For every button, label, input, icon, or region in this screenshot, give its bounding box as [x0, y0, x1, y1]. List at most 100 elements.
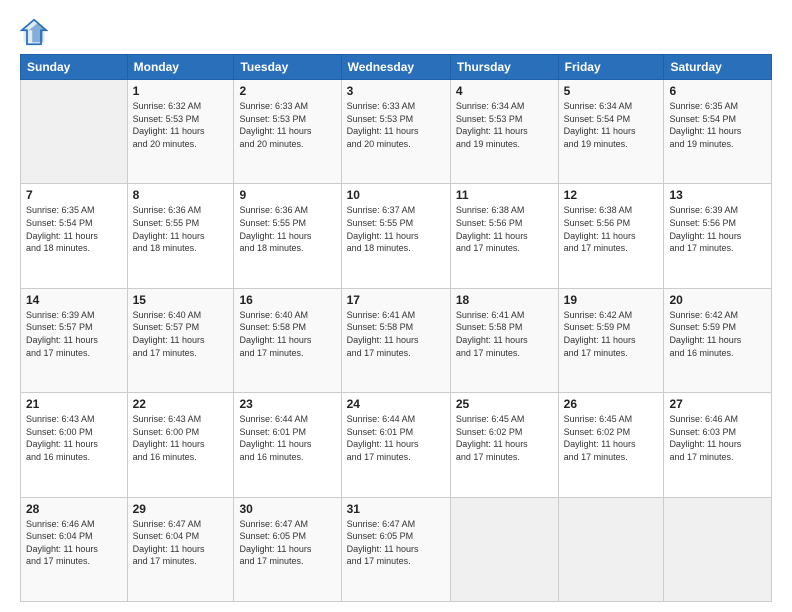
- day-info: Sunrise: 6:42 AM Sunset: 5:59 PM Dayligh…: [564, 309, 659, 359]
- day-number: 12: [564, 188, 659, 202]
- day-info: Sunrise: 6:34 AM Sunset: 5:53 PM Dayligh…: [456, 100, 553, 150]
- day-number: 15: [133, 293, 229, 307]
- day-number: 3: [347, 84, 445, 98]
- day-header-wednesday: Wednesday: [341, 55, 450, 80]
- calendar-cell: [558, 497, 664, 601]
- day-info: Sunrise: 6:44 AM Sunset: 6:01 PM Dayligh…: [239, 413, 335, 463]
- day-number: 16: [239, 293, 335, 307]
- day-number: 27: [669, 397, 766, 411]
- day-number: 1: [133, 84, 229, 98]
- day-number: 23: [239, 397, 335, 411]
- day-info: Sunrise: 6:36 AM Sunset: 5:55 PM Dayligh…: [239, 204, 335, 254]
- day-info: Sunrise: 6:47 AM Sunset: 6:05 PM Dayligh…: [239, 518, 335, 568]
- day-info: Sunrise: 6:42 AM Sunset: 5:59 PM Dayligh…: [669, 309, 766, 359]
- calendar-cell: 14 Sunrise: 6:39 AM Sunset: 5:57 PM Dayli…: [21, 288, 128, 392]
- calendar-cell: 30 Sunrise: 6:47 AM Sunset: 6:05 PM Dayli…: [234, 497, 341, 601]
- calendar-cell: 18 Sunrise: 6:41 AM Sunset: 5:58 PM Dayli…: [450, 288, 558, 392]
- day-number: 5: [564, 84, 659, 98]
- day-info: Sunrise: 6:39 AM Sunset: 5:57 PM Dayligh…: [26, 309, 122, 359]
- day-info: Sunrise: 6:45 AM Sunset: 6:02 PM Dayligh…: [564, 413, 659, 463]
- header-row: SundayMondayTuesdayWednesdayThursdayFrid…: [21, 55, 772, 80]
- day-number: 11: [456, 188, 553, 202]
- calendar-cell: 24Sunrise: 6:44 AM Sunset: 6:01 PM Dayli…: [341, 393, 450, 497]
- calendar-cell: 8 Sunrise: 6:36 AM Sunset: 5:55 PM Daylig…: [127, 184, 234, 288]
- day-number: 9: [239, 188, 335, 202]
- calendar-body: 1 Sunrise: 6:32 AM Sunset: 5:53 PM Daylig…: [21, 80, 772, 602]
- calendar-cell: 21 Sunrise: 6:43 AM Sunset: 6:00 PM Dayli…: [21, 393, 128, 497]
- day-info: Sunrise: 6:33 AM Sunset: 5:53 PM Dayligh…: [347, 100, 445, 150]
- calendar-cell: 10 Sunrise: 6:37 AM Sunset: 5:55 PM Dayli…: [341, 184, 450, 288]
- day-info: Sunrise: 6:34 AM Sunset: 5:54 PM Dayligh…: [564, 100, 659, 150]
- day-number: 2: [239, 84, 335, 98]
- calendar-cell: [21, 80, 128, 184]
- day-number: 6: [669, 84, 766, 98]
- day-header-monday: Monday: [127, 55, 234, 80]
- day-info: Sunrise: 6:47 AM Sunset: 6:05 PM Dayligh…: [347, 518, 445, 568]
- calendar-table: SundayMondayTuesdayWednesdayThursdayFrid…: [20, 54, 772, 602]
- day-number: 18: [456, 293, 553, 307]
- day-number: 19: [564, 293, 659, 307]
- day-number: 17: [347, 293, 445, 307]
- day-header-saturday: Saturday: [664, 55, 772, 80]
- day-number: 28: [26, 502, 122, 516]
- calendar-cell: 12Sunrise: 6:38 AM Sunset: 5:56 PM Dayli…: [558, 184, 664, 288]
- calendar-cell: 9 Sunrise: 6:36 AM Sunset: 5:55 PM Daylig…: [234, 184, 341, 288]
- day-header-tuesday: Tuesday: [234, 55, 341, 80]
- calendar-cell: 7Sunrise: 6:35 AM Sunset: 5:54 PM Daylig…: [21, 184, 128, 288]
- calendar-cell: 20 Sunrise: 6:42 AM Sunset: 5:59 PM Dayli…: [664, 288, 772, 392]
- day-number: 13: [669, 188, 766, 202]
- day-number: 10: [347, 188, 445, 202]
- calendar-cell: 1 Sunrise: 6:32 AM Sunset: 5:53 PM Daylig…: [127, 80, 234, 184]
- calendar-cell: 23 Sunrise: 6:44 AM Sunset: 6:01 PM Dayli…: [234, 393, 341, 497]
- day-info: Sunrise: 6:41 AM Sunset: 5:58 PM Dayligh…: [347, 309, 445, 359]
- day-info: Sunrise: 6:32 AM Sunset: 5:53 PM Dayligh…: [133, 100, 229, 150]
- day-info: Sunrise: 6:47 AM Sunset: 6:04 PM Dayligh…: [133, 518, 229, 568]
- calendar-cell: 16 Sunrise: 6:40 AM Sunset: 5:58 PM Dayli…: [234, 288, 341, 392]
- day-number: 26: [564, 397, 659, 411]
- calendar-cell: 2 Sunrise: 6:33 AM Sunset: 5:53 PM Daylig…: [234, 80, 341, 184]
- calendar-cell: [450, 497, 558, 601]
- calendar-cell: 5 Sunrise: 6:34 AM Sunset: 5:54 PM Daylig…: [558, 80, 664, 184]
- calendar-cell: 31 Sunrise: 6:47 AM Sunset: 6:05 PM Dayli…: [341, 497, 450, 601]
- week-row-4: 21 Sunrise: 6:43 AM Sunset: 6:00 PM Dayli…: [21, 393, 772, 497]
- day-info: Sunrise: 6:33 AM Sunset: 5:53 PM Dayligh…: [239, 100, 335, 150]
- day-number: 7: [26, 188, 122, 202]
- day-info: Sunrise: 6:37 AM Sunset: 5:55 PM Dayligh…: [347, 204, 445, 254]
- logo-icon: [20, 18, 48, 46]
- week-row-5: 28 Sunrise: 6:46 AM Sunset: 6:04 PM Dayli…: [21, 497, 772, 601]
- page: SundayMondayTuesdayWednesdayThursdayFrid…: [0, 0, 792, 612]
- day-info: Sunrise: 6:41 AM Sunset: 5:58 PM Dayligh…: [456, 309, 553, 359]
- day-number: 14: [26, 293, 122, 307]
- day-info: Sunrise: 6:36 AM Sunset: 5:55 PM Dayligh…: [133, 204, 229, 254]
- day-info: Sunrise: 6:45 AM Sunset: 6:02 PM Dayligh…: [456, 413, 553, 463]
- day-number: 4: [456, 84, 553, 98]
- calendar-cell: 28 Sunrise: 6:46 AM Sunset: 6:04 PM Dayli…: [21, 497, 128, 601]
- week-row-2: 7Sunrise: 6:35 AM Sunset: 5:54 PM Daylig…: [21, 184, 772, 288]
- calendar-cell: 3 Sunrise: 6:33 AM Sunset: 5:53 PM Daylig…: [341, 80, 450, 184]
- day-number: 21: [26, 397, 122, 411]
- day-header-sunday: Sunday: [21, 55, 128, 80]
- day-info: Sunrise: 6:40 AM Sunset: 5:58 PM Dayligh…: [239, 309, 335, 359]
- day-info: Sunrise: 6:46 AM Sunset: 6:03 PM Dayligh…: [669, 413, 766, 463]
- day-info: Sunrise: 6:39 AM Sunset: 5:56 PM Dayligh…: [669, 204, 766, 254]
- calendar-cell: 6 Sunrise: 6:35 AM Sunset: 5:54 PM Daylig…: [664, 80, 772, 184]
- day-number: 30: [239, 502, 335, 516]
- day-info: Sunrise: 6:46 AM Sunset: 6:04 PM Dayligh…: [26, 518, 122, 568]
- day-number: 31: [347, 502, 445, 516]
- day-header-thursday: Thursday: [450, 55, 558, 80]
- day-number: 20: [669, 293, 766, 307]
- day-info: Sunrise: 6:43 AM Sunset: 6:00 PM Dayligh…: [133, 413, 229, 463]
- day-number: 25: [456, 397, 553, 411]
- day-info: Sunrise: 6:38 AM Sunset: 5:56 PM Dayligh…: [456, 204, 553, 254]
- header: [20, 18, 772, 46]
- calendar-cell: 25 Sunrise: 6:45 AM Sunset: 6:02 PM Dayli…: [450, 393, 558, 497]
- calendar-cell: 19 Sunrise: 6:42 AM Sunset: 5:59 PM Dayli…: [558, 288, 664, 392]
- day-info: Sunrise: 6:40 AM Sunset: 5:57 PM Dayligh…: [133, 309, 229, 359]
- calendar-cell: 17 Sunrise: 6:41 AM Sunset: 5:58 PM Dayli…: [341, 288, 450, 392]
- day-info: Sunrise: 6:44 AM Sunset: 6:01 PM Dayligh…: [347, 413, 445, 463]
- day-info: Sunrise: 6:43 AM Sunset: 6:00 PM Dayligh…: [26, 413, 122, 463]
- day-header-friday: Friday: [558, 55, 664, 80]
- day-number: 8: [133, 188, 229, 202]
- day-info: Sunrise: 6:35 AM Sunset: 5:54 PM Dayligh…: [669, 100, 766, 150]
- week-row-3: 14 Sunrise: 6:39 AM Sunset: 5:57 PM Dayli…: [21, 288, 772, 392]
